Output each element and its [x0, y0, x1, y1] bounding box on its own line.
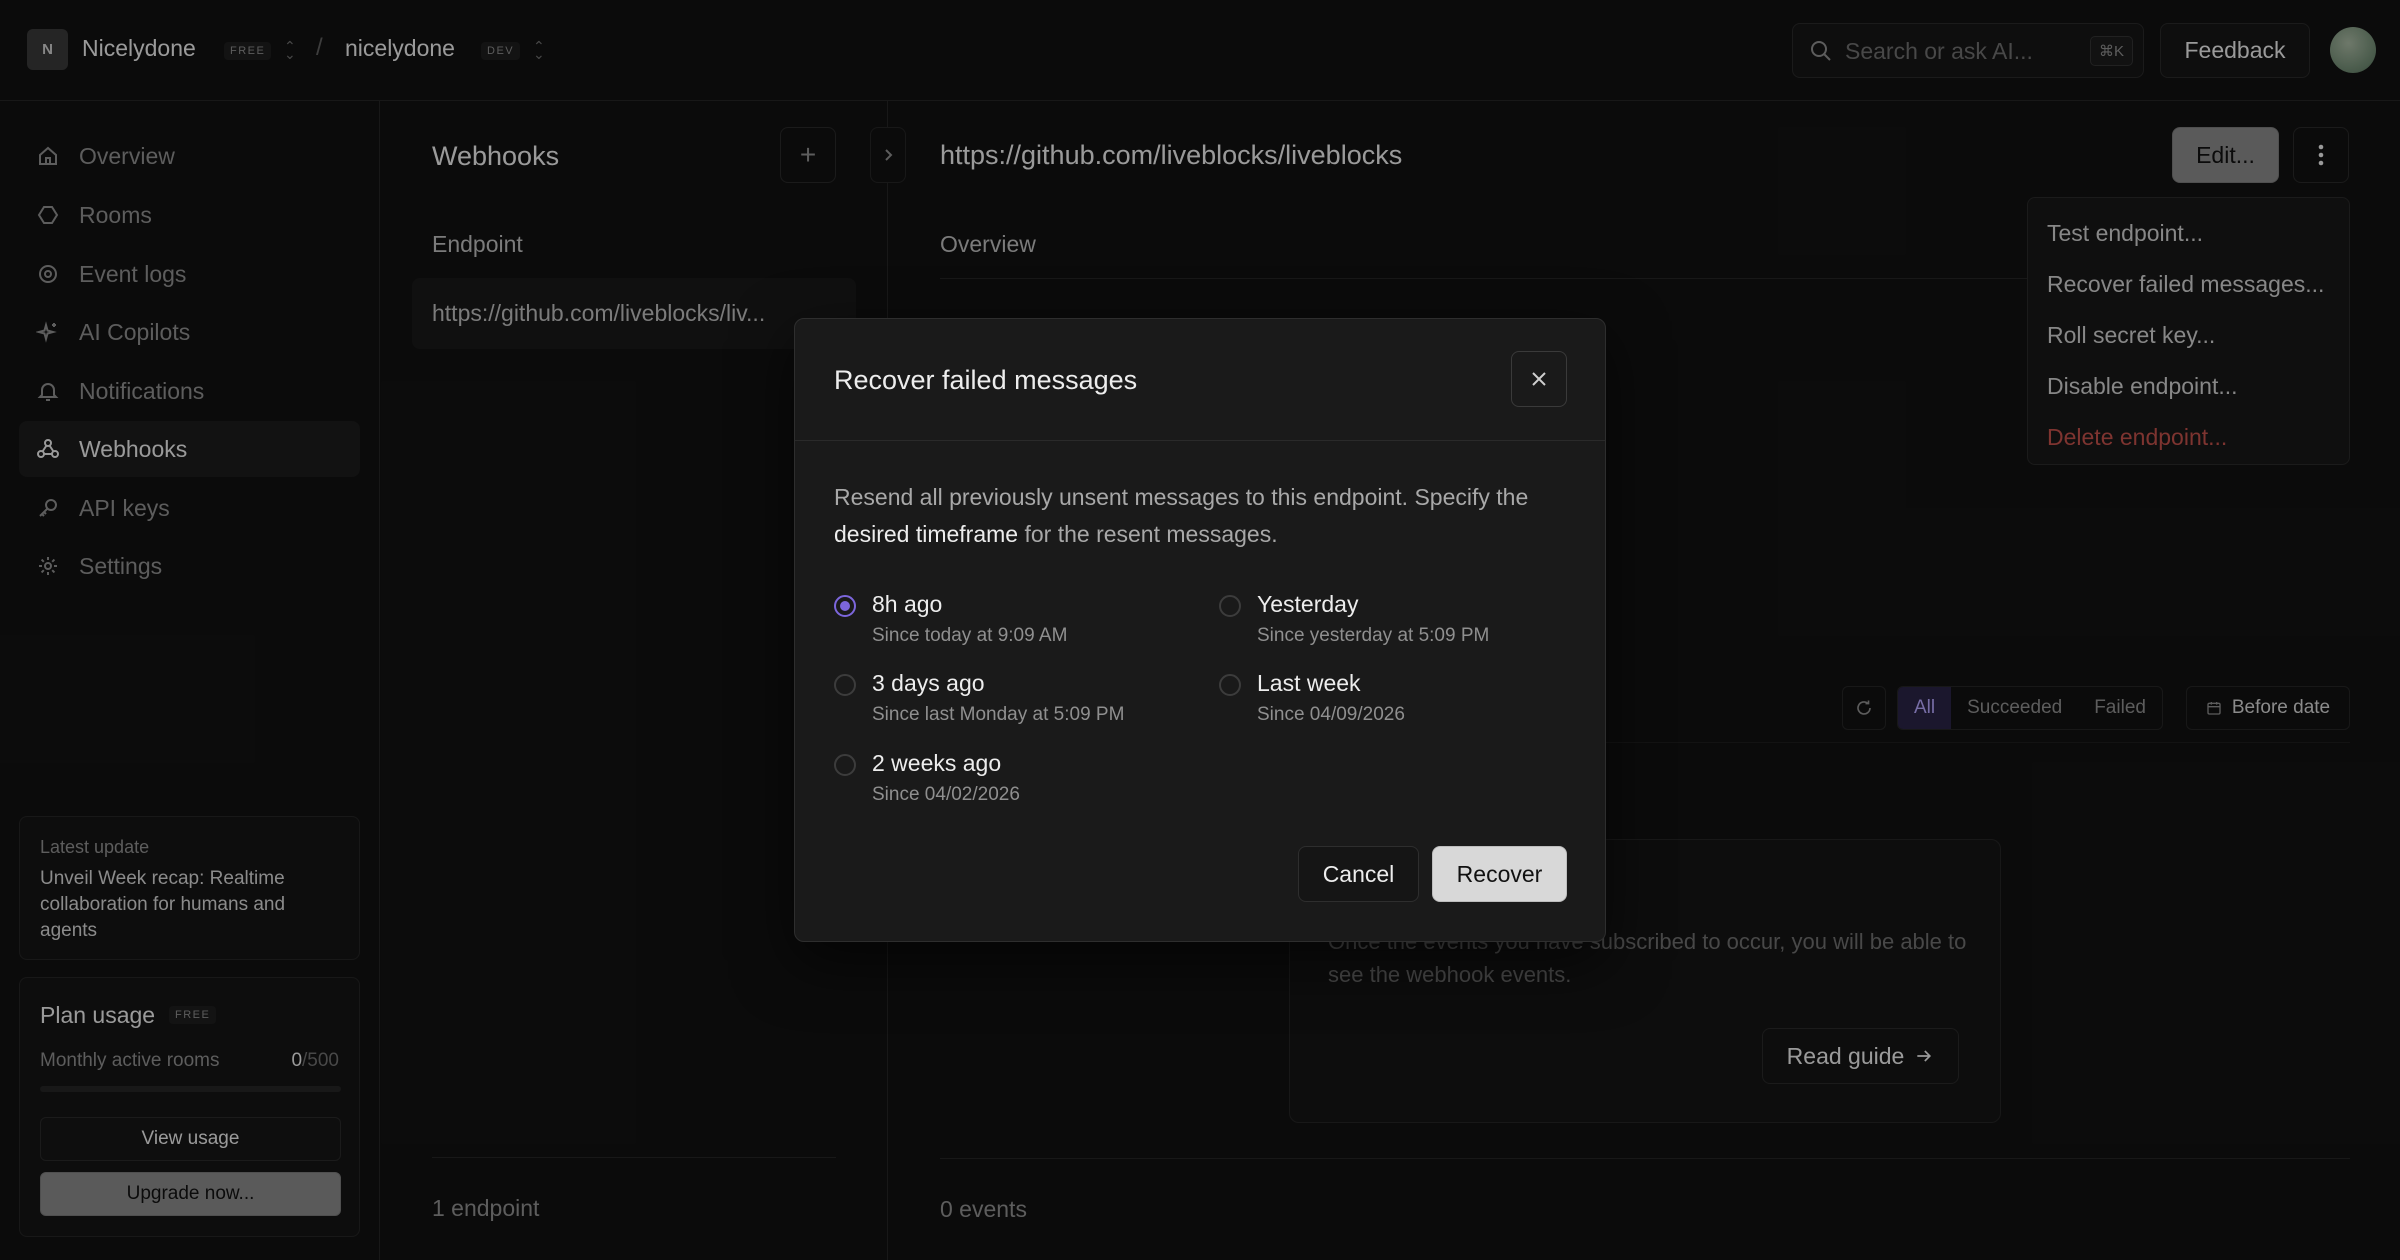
cancel-button[interactable]: Cancel: [1298, 846, 1419, 902]
option-sublabel: Since today at 9:09 AM: [872, 625, 1068, 646]
recover-messages-dialog: Recover failed messages Resend all previ…: [794, 318, 1606, 942]
divider: [795, 440, 1605, 441]
timeframe-option-8h[interactable]: 8h ago Since today at 9:09 AM: [834, 591, 1174, 651]
timeframe-option-yesterday[interactable]: Yesterday Since yesterday at 5:09 PM: [1219, 591, 1559, 651]
dialog-title: Recover failed messages: [834, 365, 1138, 395]
option-label: Yesterday: [1257, 591, 1359, 617]
radio-unselected[interactable]: [1219, 674, 1241, 696]
timeframe-option-last-week[interactable]: Last week Since 04/09/2026: [1219, 670, 1559, 730]
option-sublabel: Since 04/02/2026: [872, 784, 1020, 805]
dialog-description: Resend all previously unsent messages to…: [834, 484, 1529, 547]
option-sublabel: Since last Monday at 5:09 PM: [872, 704, 1125, 725]
close-button[interactable]: [1511, 351, 1567, 407]
dialog-description-emphasis: desired timeframe: [834, 521, 1019, 547]
option-label: Last week: [1257, 670, 1361, 696]
timeframe-option-2-weeks[interactable]: 2 weeks ago Since 04/02/2026: [834, 750, 1174, 810]
radio-unselected[interactable]: [834, 674, 856, 696]
option-label: 2 weeks ago: [872, 750, 1002, 776]
option-label: 3 days ago: [872, 670, 985, 696]
option-sublabel: Since yesterday at 5:09 PM: [1257, 625, 1490, 646]
timeframe-option-3-days[interactable]: 3 days ago Since last Monday at 5:09 PM: [834, 670, 1174, 730]
radio-unselected[interactable]: [1219, 595, 1241, 617]
close-icon: [1532, 372, 1546, 386]
option-label: 8h ago: [872, 591, 943, 617]
option-sublabel: Since 04/09/2026: [1257, 704, 1405, 725]
recover-button[interactable]: Recover: [1432, 846, 1567, 902]
radio-unselected[interactable]: [834, 754, 856, 776]
radio-selected[interactable]: [834, 595, 856, 617]
